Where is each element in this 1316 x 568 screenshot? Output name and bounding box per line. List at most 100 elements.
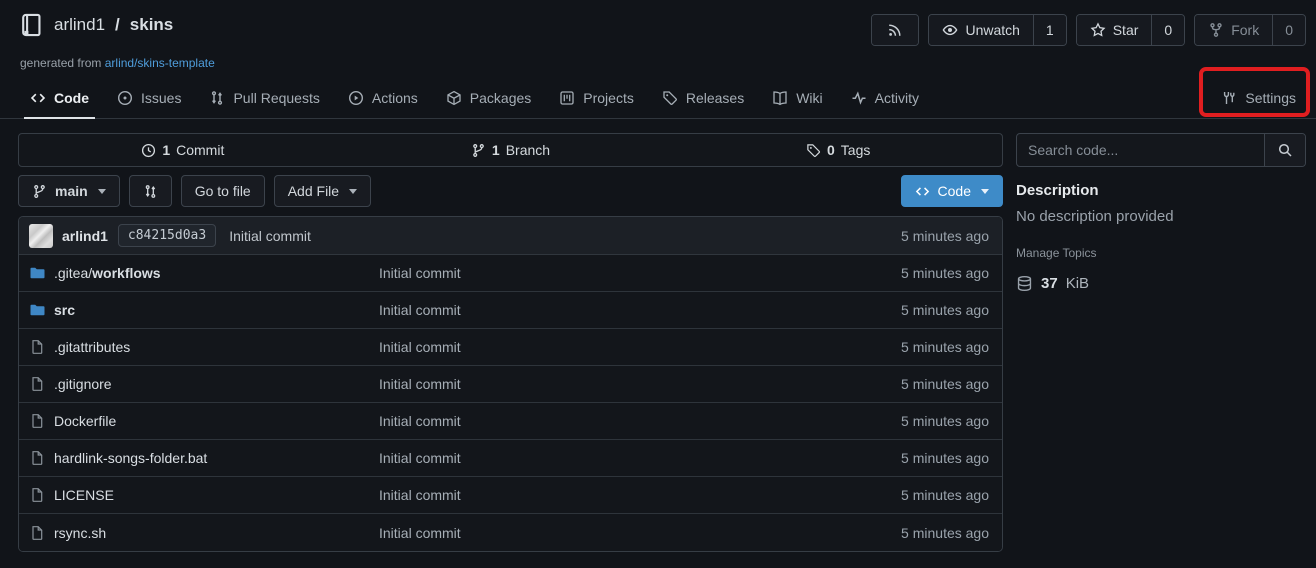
repo-size-unit: KiB <box>1066 275 1089 292</box>
star-label: Star <box>1113 22 1139 38</box>
unwatch-button[interactable]: Unwatch <box>929 15 1032 45</box>
fork-button-group: Fork 0 <box>1194 14 1306 46</box>
folder-icon <box>29 302 45 318</box>
current-branch-name: main <box>55 183 88 199</box>
go-to-file-button[interactable]: Go to file <box>181 175 265 207</box>
tags-label: Tags <box>841 142 871 158</box>
rss-button[interactable] <box>872 15 918 45</box>
repo-owner-link[interactable]: arlind1 <box>54 15 105 35</box>
file-commit-message[interactable]: Initial commit <box>379 265 822 281</box>
description-heading: Description <box>1016 182 1306 199</box>
table-row: LICENSE Initial commit 5 minutes ago <box>19 477 1002 514</box>
file-name-link[interactable]: .gitignore <box>29 376 379 392</box>
fork-icon <box>1208 22 1224 38</box>
tab-releases-label: Releases <box>686 90 744 106</box>
file-base-name: src <box>54 302 75 318</box>
branch-icon <box>471 143 486 158</box>
file-name-link[interactable]: .gitea/workflows <box>29 265 379 281</box>
search-button[interactable] <box>1264 134 1305 166</box>
file-commit-time: 5 minutes ago <box>822 487 992 503</box>
table-row: src Initial commit 5 minutes ago <box>19 292 1002 329</box>
file-name-link[interactable]: src <box>29 302 379 318</box>
file-commit-message[interactable]: Initial commit <box>379 376 822 392</box>
history-icon <box>141 143 156 158</box>
file-icon <box>29 339 45 355</box>
eye-icon <box>942 22 958 38</box>
forks-count[interactable]: 0 <box>1272 15 1305 45</box>
file-name-link[interactable]: rsync.sh <box>29 525 379 541</box>
table-row: .gitea/workflows Initial commit 5 minute… <box>19 255 1002 292</box>
commit-author-avatar[interactable] <box>29 224 53 248</box>
file-name-link[interactable]: LICENSE <box>29 487 379 503</box>
repo-page: arlind1 / skins <box>0 0 1316 568</box>
repo-title-separator: / <box>115 15 120 35</box>
manage-topics-link[interactable]: Manage Topics <box>1016 246 1306 260</box>
file-commit-message[interactable]: Initial commit <box>379 450 822 466</box>
tab-activity[interactable]: Activity <box>841 78 929 118</box>
tab-wiki[interactable]: Wiki <box>762 78 832 118</box>
file-commit-message[interactable]: Initial commit <box>379 302 822 318</box>
file-base-name: LICENSE <box>54 487 114 503</box>
repo-title: arlind1 / skins <box>18 12 173 38</box>
stars-count[interactable]: 0 <box>1151 15 1184 45</box>
search-input[interactable] <box>1017 134 1264 166</box>
branch-selector[interactable]: main <box>18 175 120 207</box>
tab-issues[interactable]: Issues <box>107 78 191 118</box>
file-icon <box>29 487 45 503</box>
code-button-label: Code <box>938 183 971 199</box>
fork-button[interactable]: Fork <box>1195 15 1272 45</box>
watch-button-group: Unwatch 1 <box>928 14 1066 46</box>
tab-packages-label: Packages <box>470 90 531 106</box>
search-icon <box>1277 142 1293 158</box>
tab-projects[interactable]: Projects <box>549 78 644 118</box>
commit-message-link[interactable]: Initial commit <box>229 228 311 244</box>
commits-stat[interactable]: 1 Commit <box>19 134 347 166</box>
tab-issues-label: Issues <box>141 90 181 106</box>
go-to-file-label: Go to file <box>195 183 251 199</box>
latest-commit-row: arlind1 c84215d0a3 Initial commit 5 minu… <box>19 217 1002 255</box>
branches-count: 1 <box>492 142 500 158</box>
file-commit-message[interactable]: Initial commit <box>379 525 822 541</box>
template-repo-link[interactable]: arlind/skins-template <box>105 56 215 70</box>
code-download-button[interactable]: Code <box>901 175 1003 207</box>
file-commit-time: 5 minutes ago <box>822 265 992 281</box>
table-row: .gitattributes Initial commit 5 minutes … <box>19 329 1002 366</box>
tab-packages[interactable]: Packages <box>436 78 541 118</box>
compare-button[interactable] <box>129 175 172 207</box>
file-base-name: .gitattributes <box>54 339 130 355</box>
watchers-count[interactable]: 1 <box>1033 15 1066 45</box>
header-actions: Unwatch 1 Star 0 <box>871 14 1306 46</box>
table-row: Dockerfile Initial commit 5 minutes ago <box>19 403 1002 440</box>
add-file-label: Add File <box>288 183 339 199</box>
star-icon <box>1090 22 1106 38</box>
tag-icon <box>662 90 678 106</box>
tab-actions[interactable]: Actions <box>338 78 428 118</box>
branches-stat[interactable]: 1 Branch <box>347 134 675 166</box>
commit-hash-badge[interactable]: c84215d0a3 <box>118 224 216 247</box>
chevron-down-icon <box>98 189 106 194</box>
commit-author-link[interactable]: arlind1 <box>62 228 108 244</box>
sidebar: Description No description provided Mana… <box>1016 133 1306 292</box>
tab-settings[interactable]: Settings <box>1211 90 1306 106</box>
file-name-link[interactable]: .gitattributes <box>29 339 379 355</box>
settings-tab-wrap: Settings <box>1211 78 1306 118</box>
file-dir-prefix: .gitea/ <box>54 265 92 281</box>
file-name-link[interactable]: Dockerfile <box>29 413 379 429</box>
tab-code[interactable]: Code <box>20 78 99 118</box>
repo-name-link[interactable]: skins <box>130 15 173 35</box>
file-commit-message[interactable]: Initial commit <box>379 413 822 429</box>
code-search-box <box>1016 133 1306 167</box>
chevron-down-icon <box>349 189 357 194</box>
top-header: arlind1 / skins <box>0 0 1316 46</box>
file-commit-message[interactable]: Initial commit <box>379 487 822 503</box>
table-row: hardlink-songs-folder.bat Initial commit… <box>19 440 1002 477</box>
tags-stat[interactable]: 0 Tags <box>674 134 1002 166</box>
file-name-link[interactable]: hardlink-songs-folder.bat <box>29 450 379 466</box>
star-button[interactable]: Star <box>1077 15 1152 45</box>
code-icon <box>30 90 46 106</box>
file-commit-time: 5 minutes ago <box>822 413 992 429</box>
add-file-button[interactable]: Add File <box>274 175 371 207</box>
tab-releases[interactable]: Releases <box>652 78 754 118</box>
tab-pull-requests[interactable]: Pull Requests <box>199 78 329 118</box>
file-commit-message[interactable]: Initial commit <box>379 339 822 355</box>
